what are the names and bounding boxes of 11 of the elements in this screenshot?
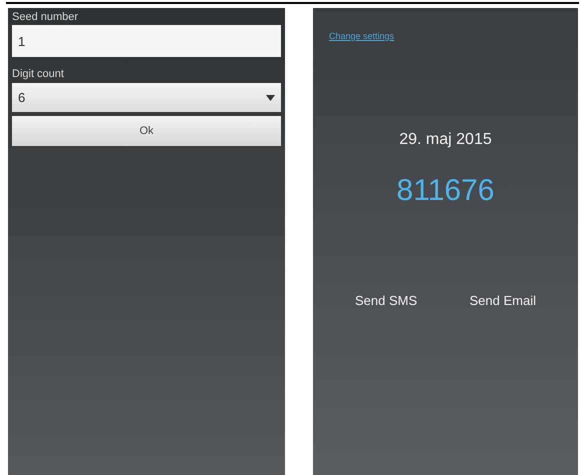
change-settings-link[interactable]: Change settings (329, 30, 394, 44)
code-text: 811676 (396, 172, 494, 208)
send-action-button[interactable]: Send Email (470, 290, 536, 310)
seed-label: Seed number (12, 10, 78, 24)
seed-input-field[interactable]: 1 (12, 25, 281, 57)
ok-button[interactable]: Ok (12, 116, 281, 146)
caret-icon (266, 94, 275, 100)
send-action-button[interactable]: Send SMS (355, 290, 418, 310)
digit-count-label: Digit count (12, 67, 64, 81)
digit-count-dropdown[interactable]: 6 (12, 83, 281, 112)
date-text: 29. maj 2015 (399, 130, 492, 150)
